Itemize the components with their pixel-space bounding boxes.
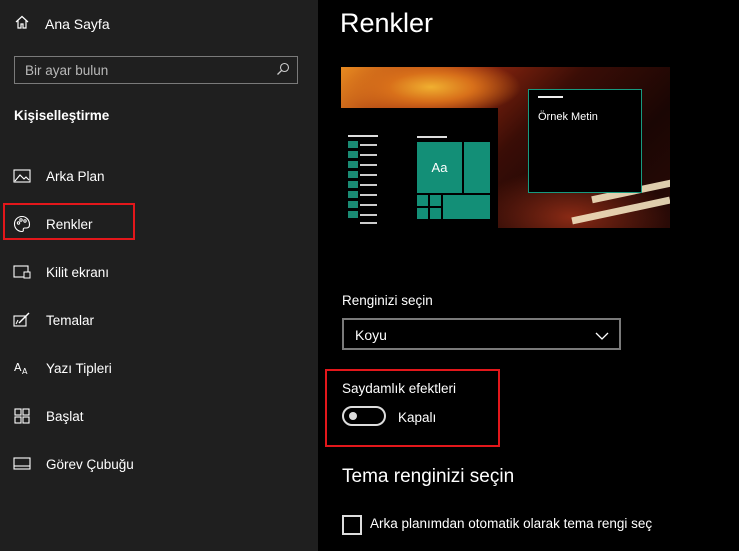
main-panel: Renkler Aa Örnek Metin Renginizi seçin K… xyxy=(318,0,739,551)
sample-text: Örnek Metin xyxy=(538,111,598,123)
preview-tile xyxy=(417,195,428,206)
start-icon xyxy=(12,407,32,425)
search-box[interactable] xyxy=(14,56,298,84)
preview-app-tile xyxy=(348,141,358,148)
preview-app-tile xyxy=(348,161,358,168)
svg-text:A: A xyxy=(22,367,28,376)
page-title: Renkler xyxy=(340,8,434,38)
preview-app-line xyxy=(360,184,377,186)
sidebar-item-label: Yazı Tipleri xyxy=(46,360,112,376)
preview-tile xyxy=(464,142,490,193)
lock-screen-icon xyxy=(12,263,32,281)
preview-app-line xyxy=(360,222,377,224)
preview-app-line xyxy=(360,194,377,196)
color-mode-dropdown[interactable]: Koyu xyxy=(342,318,621,350)
preview-tile xyxy=(430,208,441,219)
accent-heading: Tema renginizi seçin xyxy=(342,466,515,487)
image-icon xyxy=(12,167,32,185)
sidebar-item-kilit-ekrani[interactable]: Kilit ekranı xyxy=(12,259,109,285)
search-icon[interactable] xyxy=(276,62,290,81)
sidebar-item-label: Temalar xyxy=(46,312,95,328)
preview-big-tile: Aa xyxy=(417,142,462,193)
svg-text:A: A xyxy=(14,361,22,374)
sidebar-item-label: Görev Çubuğu xyxy=(46,456,134,472)
preview-app-line xyxy=(360,154,377,156)
preview-tiles-line xyxy=(417,136,447,138)
sidebar-item-baslat[interactable]: Başlat xyxy=(12,403,84,429)
section-title: Kişiselleştirme xyxy=(14,108,110,123)
preview-tile xyxy=(417,208,428,219)
preview-tile xyxy=(443,195,490,219)
preview-app-tile xyxy=(348,191,358,198)
auto-accent-label[interactable]: Arka planımdan otomatik olarak tema reng… xyxy=(370,516,652,531)
sidebar-item-label: Arka Plan xyxy=(46,168,105,184)
sidebar-item-temalar[interactable]: Temalar xyxy=(12,307,94,333)
preview-app-line xyxy=(360,214,377,216)
preview-tile-text: Aa xyxy=(431,160,448,175)
preview-app-tile xyxy=(348,211,358,218)
preview-menu-line xyxy=(348,135,378,137)
home-label: Ana Sayfa xyxy=(45,16,110,32)
sidebar-item-yazi-tipleri[interactable]: AA Yazı Tipleri xyxy=(12,355,112,381)
sidebar-item-arka-plan[interactable]: Arka Plan xyxy=(12,163,105,189)
preview-app-line xyxy=(360,164,377,166)
sidebar-item-label: Kilit ekranı xyxy=(46,264,110,280)
auto-accent-checkbox[interactable] xyxy=(342,515,362,535)
taskbar-icon xyxy=(12,455,32,473)
search-input[interactable] xyxy=(15,57,265,83)
color-choice-label: Renginizi seçin xyxy=(342,293,433,308)
preview-app-tile xyxy=(348,181,358,188)
fonts-icon: AA xyxy=(12,359,32,377)
themes-icon xyxy=(12,311,32,329)
home-link[interactable]: Ana Sayfa xyxy=(14,13,110,35)
preview-app-line xyxy=(360,144,377,146)
preview-app-line xyxy=(360,174,377,176)
preview-app-line xyxy=(360,204,377,206)
selection-highlight xyxy=(3,203,135,240)
preview-start-menu: Aa xyxy=(341,108,498,228)
preview-tile xyxy=(430,195,441,206)
chevron-down-icon xyxy=(595,328,609,346)
dropdown-value: Koyu xyxy=(355,327,387,343)
theme-preview: Aa Örnek Metin xyxy=(341,67,670,228)
preview-app-tile xyxy=(348,201,358,208)
sidebar: Ana Sayfa Kişiselleştirme Arka Plan Renk… xyxy=(0,0,318,551)
sample-title-bar xyxy=(538,96,563,98)
preview-app-tile xyxy=(348,171,358,178)
sidebar-item-label: Başlat xyxy=(46,408,84,424)
preview-app-tile xyxy=(348,151,358,158)
sidebar-item-gorev-cubugu[interactable]: Görev Çubuğu xyxy=(12,451,134,477)
transparency-highlight xyxy=(325,369,500,447)
preview-sample-window: Örnek Metin xyxy=(528,89,642,193)
home-icon xyxy=(14,14,30,35)
